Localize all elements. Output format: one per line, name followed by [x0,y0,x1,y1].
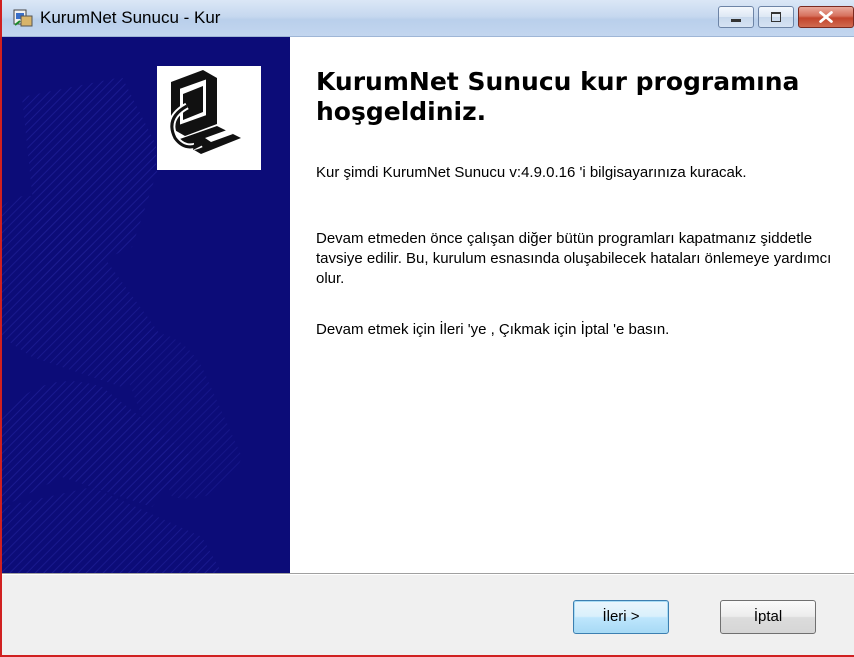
maximize-button[interactable] [758,6,794,28]
computer-install-icon [157,66,249,158]
wizard-side-panel [2,37,290,573]
close-icon [819,11,833,23]
instructions-text: Devam etmek için İleri 'ye , Çıkmak için… [316,321,670,338]
wizard-content: KurumNet Sunucu kur programına hoşgeldin… [290,37,854,573]
install-info-text: Kur şimdi KurumNet Sunucu v:4.9.0.16 'i … [316,164,747,181]
minimize-button[interactable] [718,6,754,28]
title-bar[interactable]: KurumNet Sunucu - Kur [2,0,854,37]
setup-logo-box [156,65,262,171]
maximize-icon [759,7,793,27]
next-button[interactable]: İleri > [573,600,669,634]
footer-divider [2,573,854,575]
close-programs-warning-text: Devam etmeden önce çalışan diğer bütün p… [316,230,832,287]
cancel-button[interactable]: İptal [720,600,816,634]
minimize-icon [719,7,753,27]
installer-app-icon [13,9,33,27]
installer-window: KurumNet Sunucu - Kur KurumNet Sunucu ku… [0,0,854,657]
window-title: KurumNet Sunucu - Kur [40,8,221,27]
welcome-title: KurumNet Sunucu kur programına hoşgeldin… [316,67,800,126]
close-button[interactable] [798,6,854,28]
